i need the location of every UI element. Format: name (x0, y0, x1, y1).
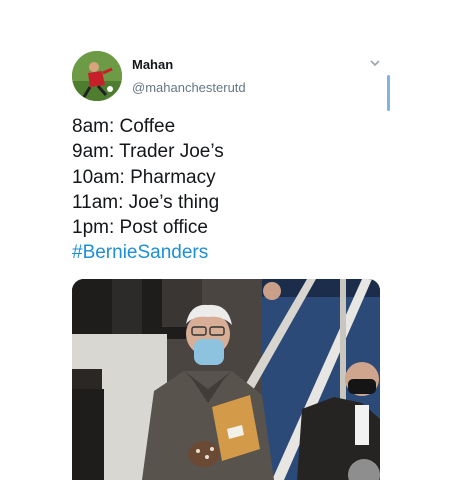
chevron-down-icon[interactable] (369, 57, 381, 69)
scroll-indicator[interactable] (387, 75, 390, 111)
tweet-line: 10am: Pharmacy (72, 166, 216, 188)
hashtag-link[interactable]: #BernieSanders (72, 240, 392, 265)
media-image (72, 279, 380, 480)
tweet-media-photo[interactable] (72, 279, 380, 480)
avatar-image (72, 51, 122, 101)
top-band (0, 0, 449, 40)
tweet-line: 11am: Joe’s thing (72, 191, 220, 213)
author-name[interactable]: Mahan (132, 57, 173, 72)
tweet-text: 8am: Coffee 9am: Trader Joe’s 10am: Phar… (72, 114, 392, 266)
author-handle[interactable]: @mahanchesterutd (132, 80, 246, 95)
tweet-line: 9am: Trader Joe’s (72, 141, 224, 163)
avatar[interactable] (72, 51, 122, 101)
tweet-line: 1pm: Post office (72, 217, 208, 239)
tweet-line: 8am: Coffee (72, 116, 176, 137)
